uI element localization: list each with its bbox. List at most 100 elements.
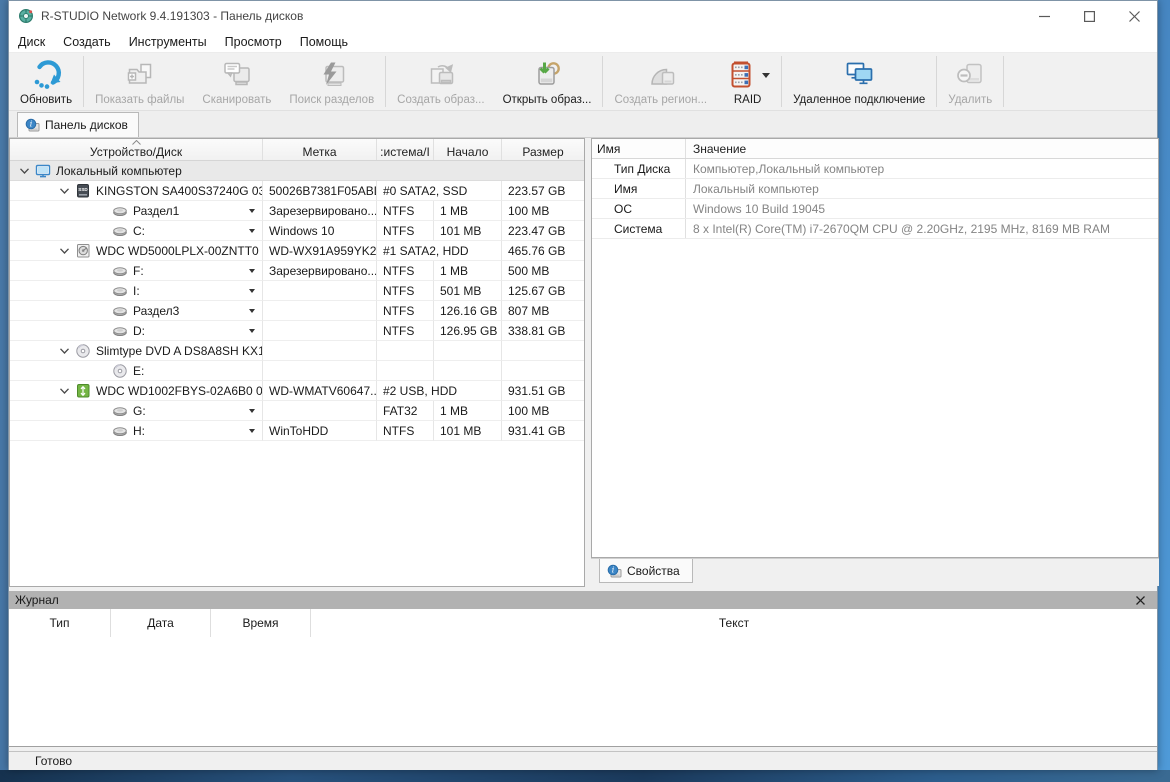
properties-info-icon: i — [606, 563, 622, 579]
ssd-icon: SSD — [75, 183, 91, 199]
table-row-partition[interactable]: F: Зарезервировано... NTFS 1 MB 500 MB — [10, 261, 584, 281]
table-row-partition[interactable]: D: NTFS 126.95 GB 338.81 GB — [10, 321, 584, 341]
column-header-label[interactable]: Метка — [263, 139, 377, 160]
toolbar-separator — [781, 56, 783, 107]
status-text: Готово — [35, 754, 73, 768]
partition-dropdown-icon[interactable] — [249, 408, 255, 413]
tab-bar: i Панель дисков — [9, 111, 1157, 138]
table-row-partition[interactable]: I: NTFS 501 MB 125.67 GB — [10, 281, 584, 301]
column-header-value[interactable]: Значение — [686, 139, 1158, 158]
window-title: R-STUDIO Network 9.4.191303 - Панель дис… — [41, 9, 304, 23]
log-close-icon[interactable] — [1130, 595, 1151, 605]
toolbar-separator — [83, 56, 85, 107]
show-files-icon — [124, 57, 156, 93]
property-value: Компьютер,Локальный компьютер — [693, 161, 885, 176]
column-header-name[interactable]: Имя — [592, 139, 686, 158]
partition-dropdown-icon[interactable] — [249, 428, 255, 433]
status-bar: Готово — [9, 751, 1157, 770]
collapse-chevron-icon[interactable] — [60, 247, 69, 254]
menu-bar: Диск Создать Инструменты Просмотр Помощь — [9, 31, 1157, 53]
tab-disk-panel-label: Панель дисков — [45, 118, 128, 132]
menu-create[interactable]: Создать — [54, 31, 120, 52]
menu-help[interactable]: Помощь — [291, 31, 357, 52]
table-row-partition[interactable]: C: Windows 10 NTFS 101 MB 223.47 GB — [10, 221, 584, 241]
toolbar-separator — [385, 56, 387, 107]
partition-icon — [112, 283, 128, 299]
log-column-type[interactable]: Тип — [9, 609, 111, 637]
partition-icon — [112, 423, 128, 439]
collapse-chevron-icon[interactable] — [60, 387, 69, 394]
table-row-drive[interactable]: WDC WD1002FBYS-02A6B0 03.00... WD-WMATV6… — [10, 381, 584, 401]
tab-properties-label: Свойства — [627, 563, 680, 578]
properties-tab-bar: i Свойства — [591, 558, 1159, 586]
remote-connection-button[interactable]: Удаленное подключение — [784, 53, 934, 110]
delete-button[interactable]: Удалить — [939, 53, 1001, 110]
r-studio-window: R-STUDIO Network 9.4.191303 - Панель дис… — [8, 0, 1159, 770]
partition-dropdown-icon[interactable] — [249, 308, 255, 313]
log-panel: Журнал Тип Дата Время Текст — [9, 591, 1157, 747]
scan-button[interactable]: Сканировать — [193, 53, 280, 110]
menu-tools[interactable]: Инструменты — [120, 31, 216, 52]
hdd-icon — [75, 243, 91, 259]
menu-disk[interactable]: Диск — [9, 31, 54, 52]
partition-icon — [112, 303, 128, 319]
collapse-chevron-icon[interactable] — [60, 187, 69, 194]
open-image-button[interactable]: Открыть образ... — [494, 53, 601, 110]
tab-disk-panel[interactable]: i Панель дисков — [17, 112, 139, 137]
table-row-drive[interactable]: WDC WD5000LPLX-00ZNTT0 01.... WD-WX91A95… — [10, 241, 584, 261]
tab-properties[interactable]: i Свойства — [599, 559, 693, 583]
table-row-local-computer[interactable]: Локальный компьютер — [10, 161, 584, 181]
refresh-button[interactable]: Обновить — [11, 53, 81, 110]
disk-panel-info-icon: i — [24, 117, 40, 133]
table-row-partition[interactable]: Раздел3 NTFS 126.16 GB 807 MB — [10, 301, 584, 321]
collapse-chevron-icon[interactable] — [60, 347, 69, 354]
table-row-partition[interactable]: H: WinToHDD NTFS 101 MB 931.41 GB — [10, 421, 584, 441]
create-region-button[interactable]: Создать регион... — [605, 53, 716, 110]
toolbar: Обновить Показать файлы Сканировать Поис… — [9, 53, 1157, 111]
table-row-partition[interactable]: E: — [10, 361, 584, 381]
column-header-size[interactable]: Размер — [502, 139, 584, 160]
create-image-button[interactable]: Создать образ... — [388, 53, 493, 110]
svg-text:i: i — [612, 565, 615, 574]
partition-dropdown-icon[interactable] — [249, 228, 255, 233]
column-header-device[interactable]: Устройство/Диск — [10, 139, 263, 160]
property-value: 8 x Intel(R) Core(TM) i7-2670QM CPU @ 2.… — [693, 221, 1110, 236]
collapse-chevron-icon[interactable] — [20, 167, 29, 174]
minimize-button[interactable] — [1022, 1, 1067, 31]
menu-view[interactable]: Просмотр — [216, 31, 291, 52]
property-name: Тип Диска — [592, 159, 686, 178]
table-row-drive[interactable]: Slimtype DVD A DS8A8SH KX12 — [10, 341, 584, 361]
partition-icon — [112, 203, 128, 219]
table-row-partition[interactable]: Раздел1 Зарезервировано... NTFS 1 MB 100… — [10, 201, 584, 221]
partition-dropdown-icon[interactable] — [249, 328, 255, 333]
show-files-button[interactable]: Показать файлы — [86, 53, 193, 110]
usb-drive-icon — [75, 383, 91, 399]
property-value: Локальный компьютер — [693, 181, 819, 196]
table-row-partition[interactable]: G: FAT32 1 MB 100 MB — [10, 401, 584, 421]
log-table-header: Тип Дата Время Текст — [9, 609, 1157, 637]
column-header-fs[interactable]: :истема/I — [377, 139, 434, 160]
partition-dropdown-icon[interactable] — [249, 268, 255, 273]
raid-button[interactable]: RAID — [716, 53, 779, 110]
partition-dropdown-icon[interactable] — [249, 208, 255, 213]
property-name: ОС — [592, 199, 686, 218]
log-column-date[interactable]: Дата — [111, 609, 211, 637]
toolbar-separator — [1003, 56, 1005, 107]
property-name: Имя — [592, 179, 686, 198]
toolbar-separator — [602, 56, 604, 107]
disks-table-header: Устройство/Диск Метка :истема/I Начало Р… — [10, 139, 584, 161]
property-name: Система — [592, 219, 686, 238]
partition-dropdown-icon[interactable] — [249, 288, 255, 293]
log-column-text[interactable]: Текст — [311, 609, 1157, 637]
log-column-time[interactable]: Время — [211, 609, 311, 637]
property-row: Система 8 x Intel(R) Core(TM) i7-2670QM … — [592, 219, 1158, 239]
close-button[interactable] — [1112, 1, 1157, 31]
raid-dropdown-arrow[interactable] — [762, 72, 771, 78]
maximize-button[interactable] — [1067, 1, 1112, 31]
table-row-drive[interactable]: SSDKINGSTON SA400S37240G 03180... 50026B… — [10, 181, 584, 201]
find-partitions-button[interactable]: Поиск разделов — [280, 53, 383, 110]
refresh-icon — [30, 57, 62, 93]
title-bar[interactable]: R-STUDIO Network 9.4.191303 - Панель дис… — [9, 1, 1157, 31]
open-image-icon — [531, 57, 563, 93]
column-header-start[interactable]: Начало — [434, 139, 502, 160]
